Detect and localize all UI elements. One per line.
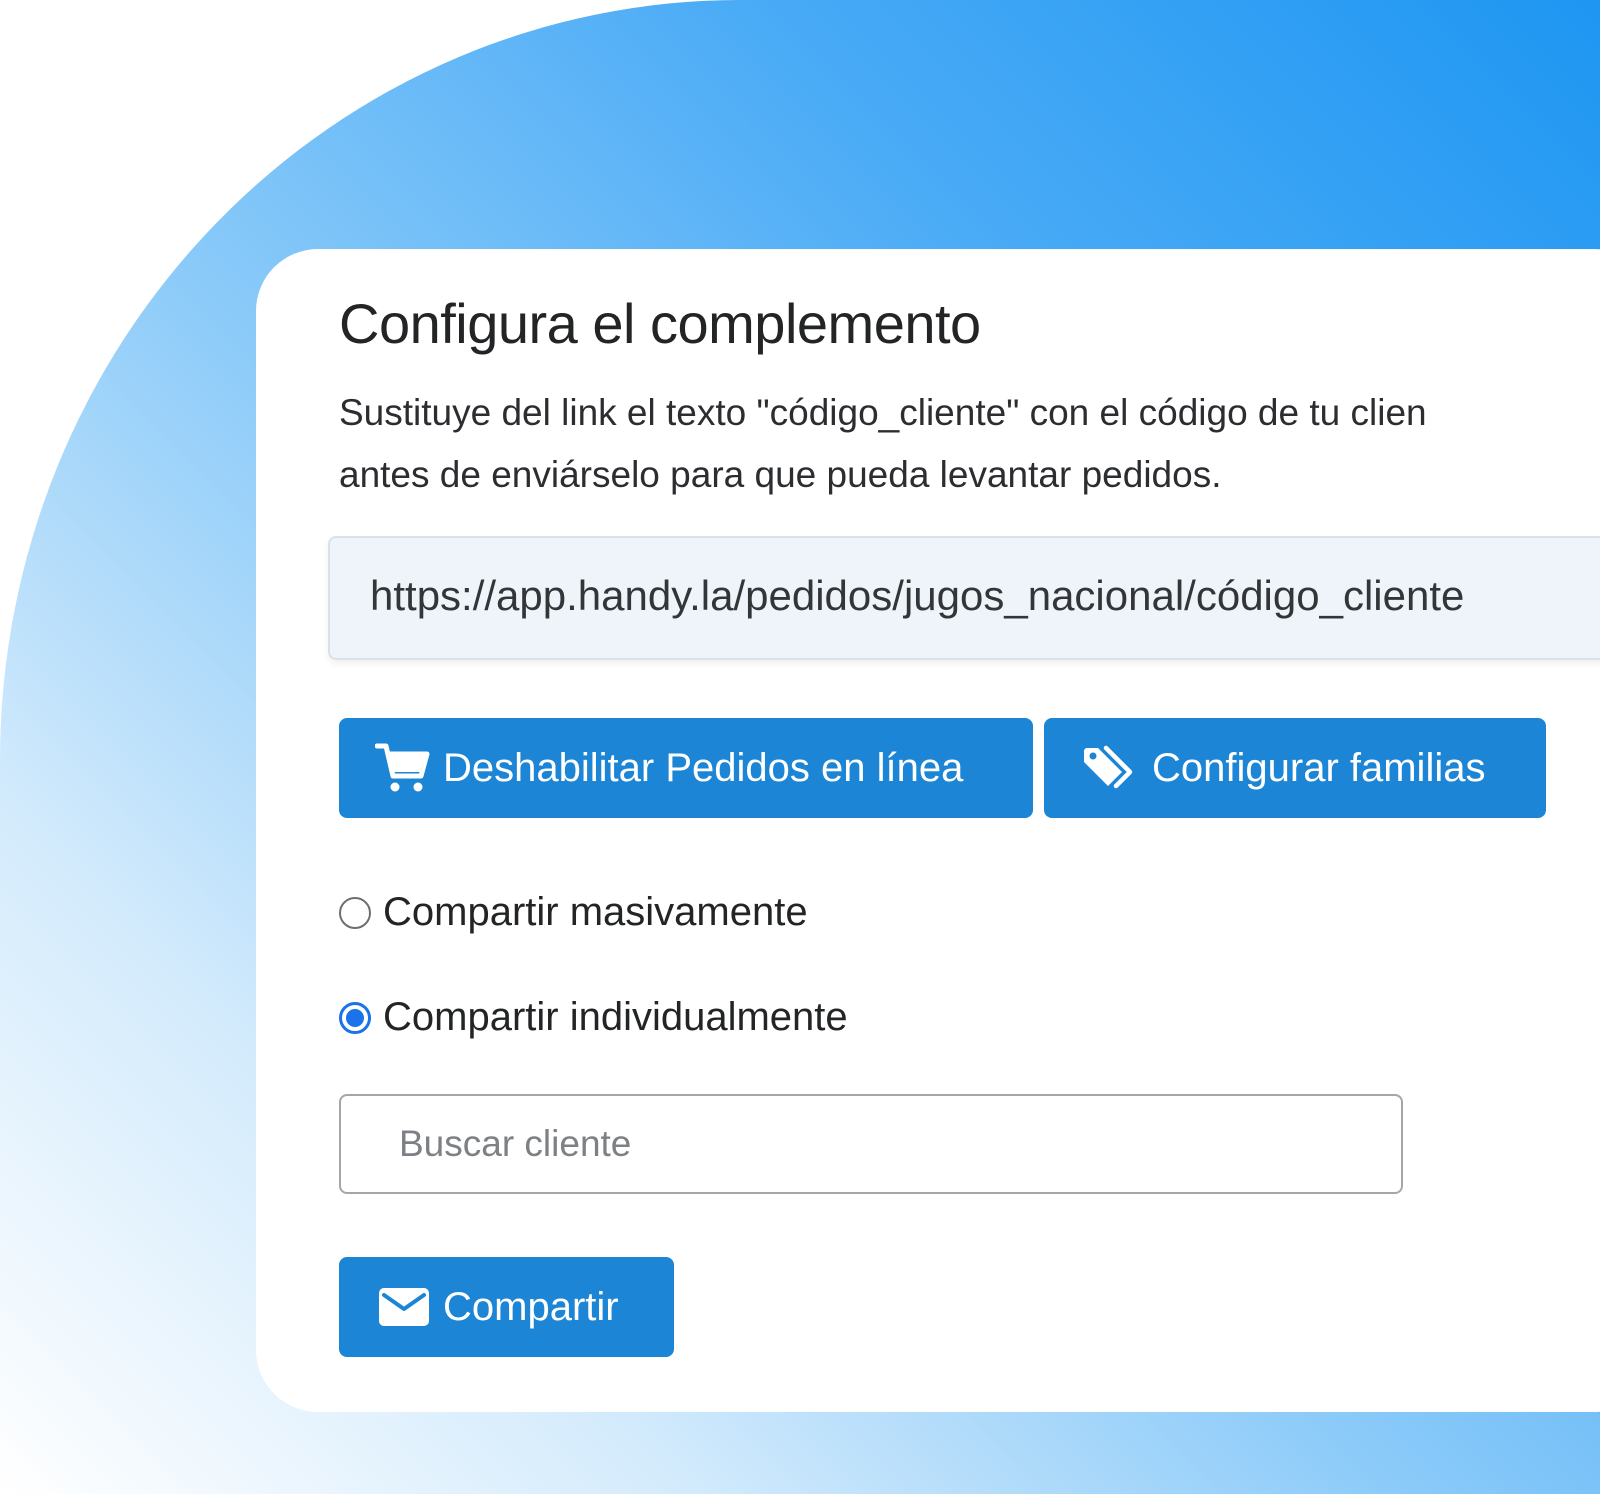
order-link-box[interactable]: https://app.handy.la/pedidos/jugos_nacio… (328, 536, 1600, 660)
page-background: Configura el complemento Sustituye del l… (0, 0, 1600, 1494)
order-link-text[interactable]: https://app.handy.la/pedidos/jugos_nacio… (370, 572, 1464, 620)
instructions-line-2: antes de enviárselo para que pueda levan… (339, 454, 1222, 495)
share-button[interactable]: Compartir (339, 1257, 674, 1357)
envelope-icon (375, 1287, 433, 1327)
config-card: Configura el complemento Sustituye del l… (256, 249, 1600, 1412)
share-individual-option[interactable]: Compartir individualmente (339, 995, 848, 1040)
disable-online-orders-button[interactable]: Deshabilitar Pedidos en línea (339, 718, 1033, 818)
share-individual-radio[interactable] (339, 1001, 371, 1034)
tags-icon (1080, 744, 1140, 792)
cart-icon (373, 742, 433, 794)
configure-families-label: Configurar familias (1152, 745, 1486, 790)
share-mass-label: Compartir masivamente (383, 890, 808, 934)
share-mass-radio[interactable] (339, 896, 371, 929)
search-client-input[interactable] (339, 1094, 1403, 1194)
share-individual-label: Compartir individualmente (383, 995, 848, 1039)
instructions-line-1: Sustituye del link el texto "código_clie… (339, 392, 1427, 433)
instructions-text: Sustituye del link el texto "código_clie… (339, 382, 1600, 506)
configure-families-button[interactable]: Configurar familias (1044, 718, 1546, 818)
share-mass-option[interactable]: Compartir masivamente (339, 890, 808, 935)
share-label: Compartir (443, 1284, 619, 1329)
page-title: Configura el complemento (339, 292, 981, 355)
disable-online-orders-label: Deshabilitar Pedidos en línea (443, 745, 964, 790)
